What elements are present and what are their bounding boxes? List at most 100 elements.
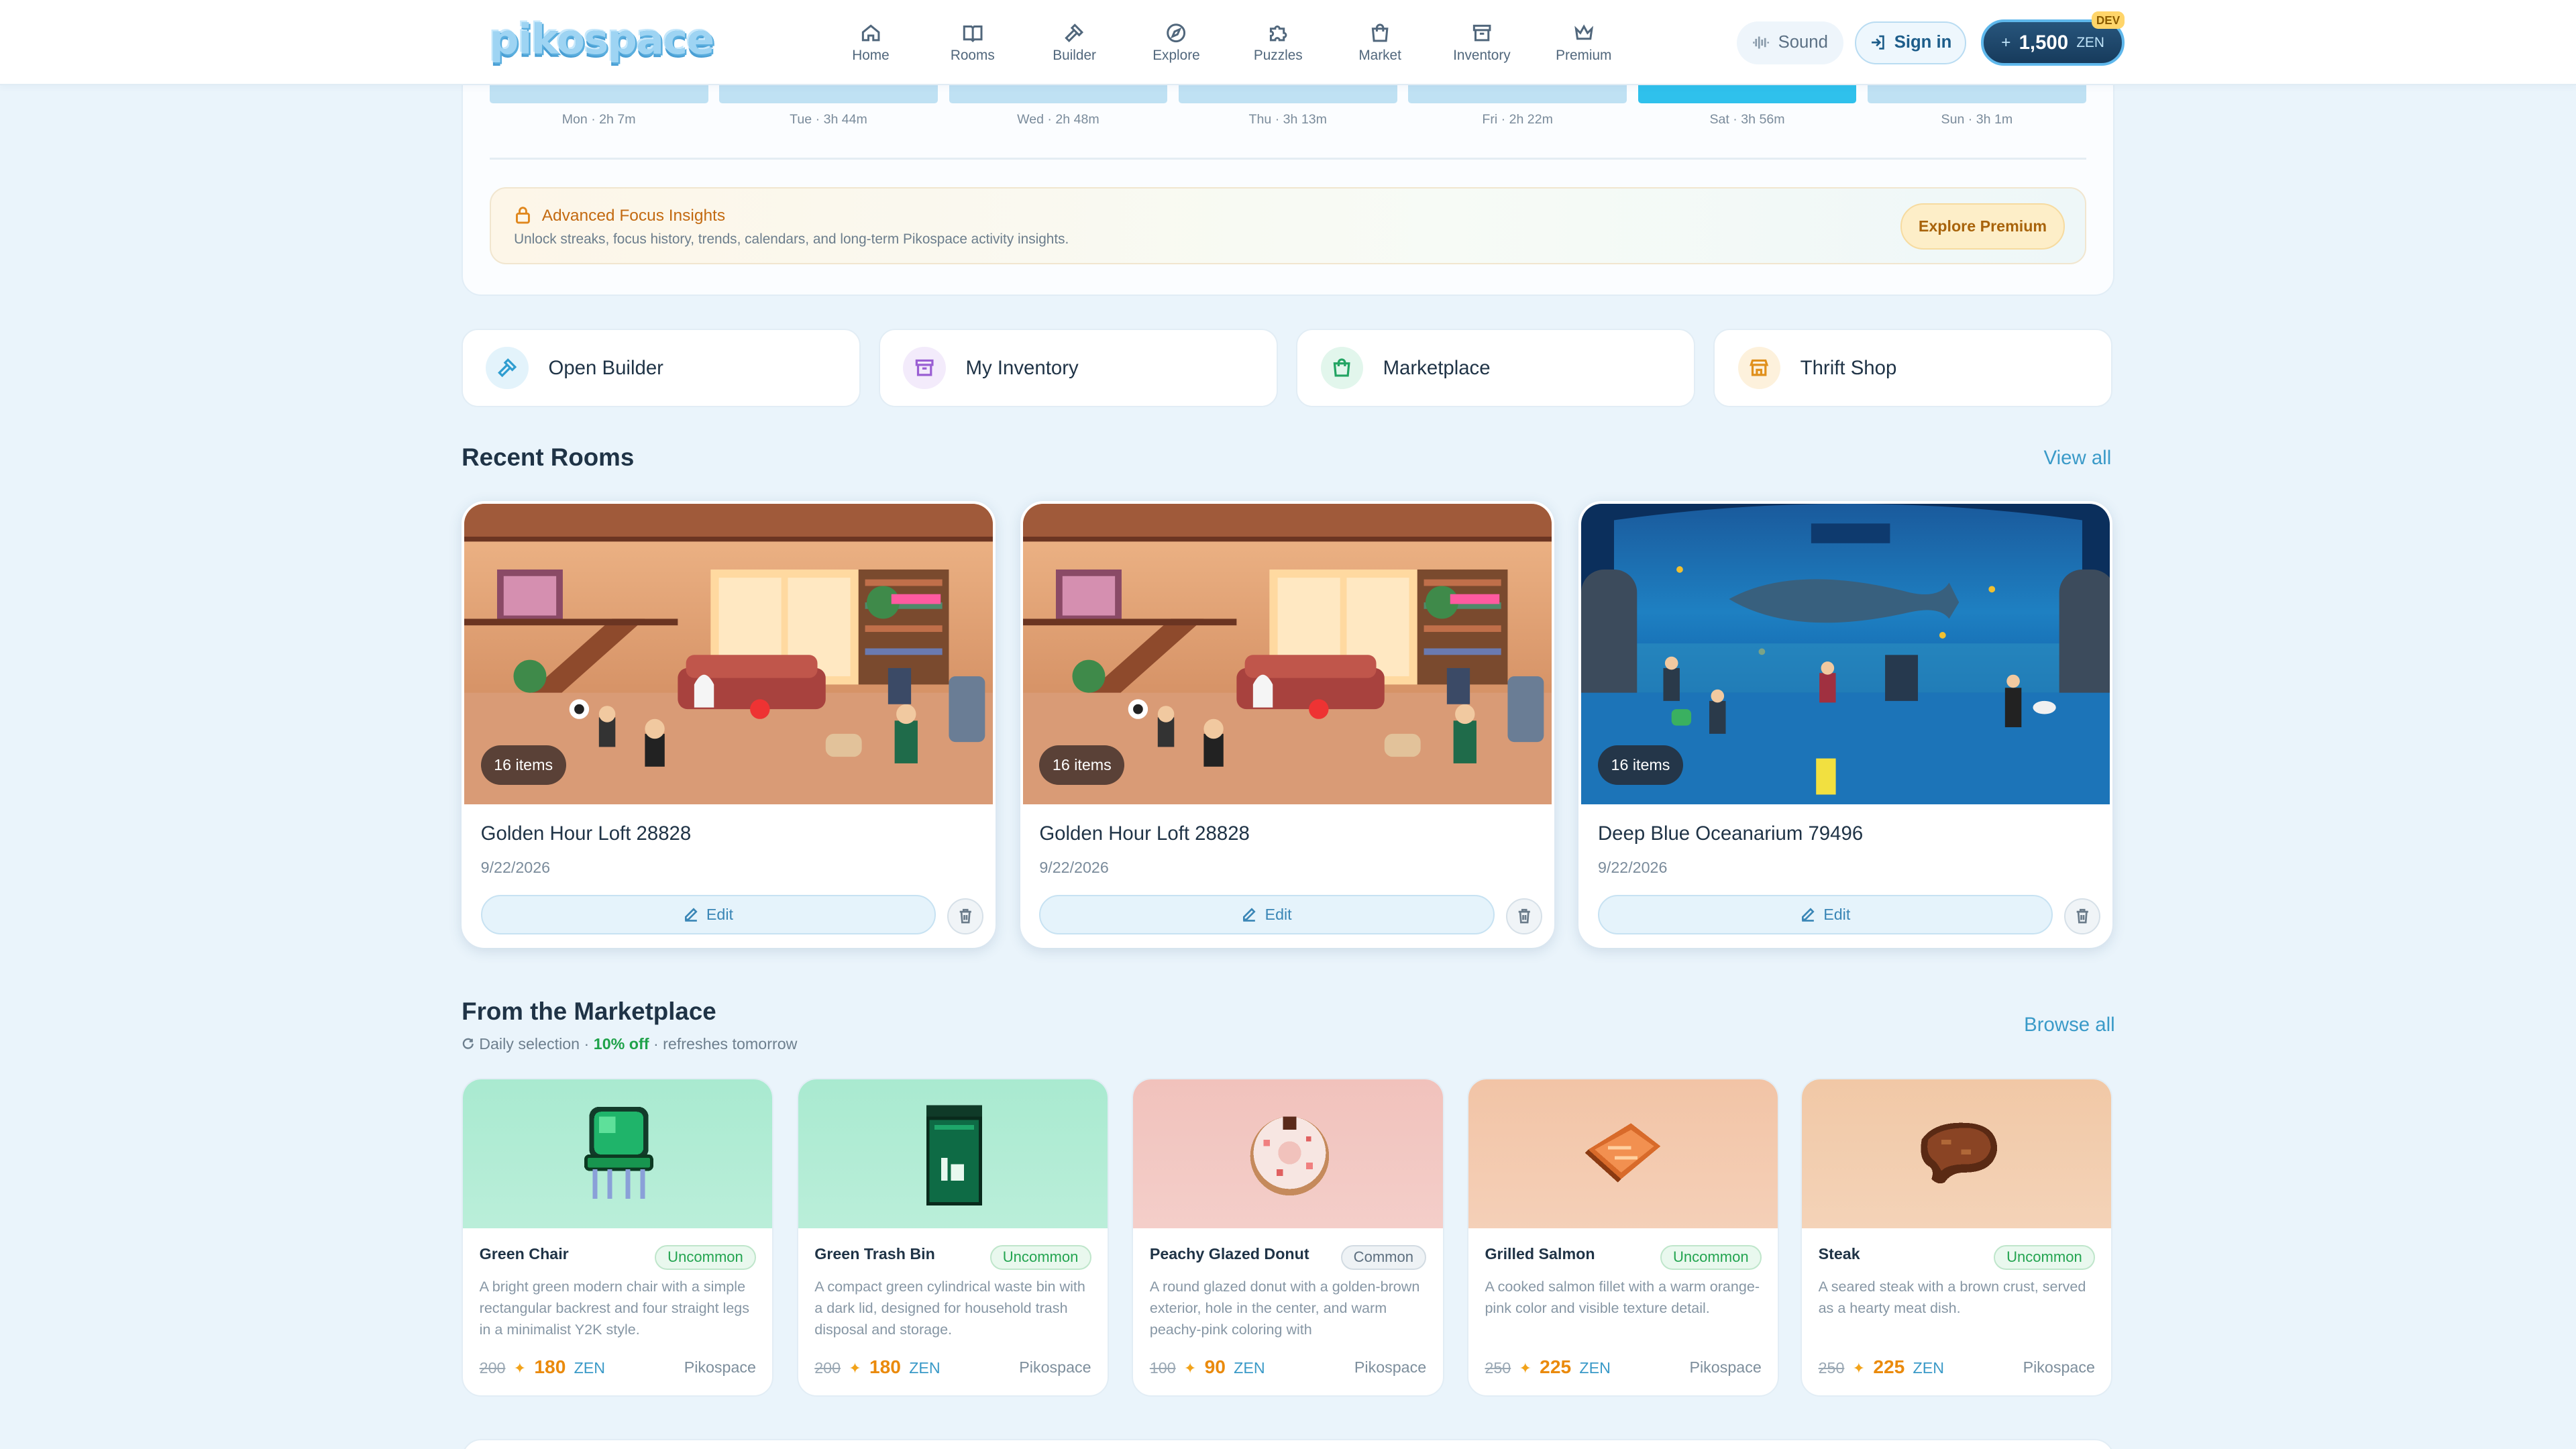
- sparkle-icon: ✦: [513, 1360, 527, 1377]
- sign-in-button[interactable]: Sign in: [1854, 21, 1967, 64]
- sparkle-icon: ✦: [1852, 1360, 1866, 1377]
- browse-all-link[interactable]: Browse all: [2024, 1014, 2115, 1036]
- nav-rooms[interactable]: Rooms: [922, 21, 1024, 70]
- market-item-card[interactable]: Green Chair Uncommon A bright green mode…: [462, 1077, 774, 1397]
- nav-inventory[interactable]: Inventory: [1431, 21, 1533, 70]
- quick-action-label: Thrift Shop: [1800, 356, 1897, 379]
- trash-icon: [1518, 909, 1530, 924]
- market-item-card[interactable]: Peachy Glazed Donut Common A round glaze…: [1132, 1077, 1444, 1397]
- nav-explore[interactable]: Explore: [1126, 21, 1228, 70]
- market-item-card[interactable]: Grilled Salmon Uncommon A cooked salmon …: [1466, 1077, 1780, 1397]
- focus-day-bar: [719, 85, 938, 104]
- nav-premium[interactable]: Premium: [1533, 21, 1635, 70]
- room-card[interactable]: 16 items Golden Hour Loft 28828 9/22/202…: [1020, 500, 1554, 949]
- item-seller: Pikospace: [1354, 1358, 1427, 1376]
- item-preview: [798, 1079, 1108, 1229]
- focus-day-label: Thu · 3h 13m: [1248, 111, 1327, 127]
- subtitle-prefix: Daily selection ·: [479, 1034, 590, 1053]
- item-price: 200 ✦ 180 ZEN: [814, 1356, 940, 1378]
- currency-unit: ZEN: [574, 1359, 606, 1377]
- focus-day-label: Fri · 2h 22m: [1482, 111, 1553, 127]
- recent-rooms-title: Recent Rooms: [462, 443, 635, 472]
- item-seller: Pikospace: [1019, 1358, 1091, 1376]
- store-icon: [1737, 346, 1781, 390]
- focus-day-bar: [1408, 85, 1627, 104]
- room-date: 9/22/2026: [1597, 858, 1668, 876]
- sale-price: 90: [1204, 1356, 1226, 1378]
- rarity-badge: Uncommon: [655, 1244, 756, 1270]
- delete-room-button[interactable]: [947, 898, 984, 934]
- currency-unit: ZEN: [1913, 1359, 1945, 1377]
- item-name: Steak: [1818, 1244, 1860, 1263]
- delete-room-button[interactable]: [2064, 898, 2101, 934]
- item-price: 250 ✦ 225 ZEN: [1819, 1356, 1944, 1378]
- compass-icon: [1167, 23, 1186, 42]
- old-price: 100: [1149, 1359, 1176, 1377]
- old-price: 200: [479, 1359, 506, 1377]
- edit-room-button[interactable]: Edit: [1597, 894, 2053, 934]
- item-name: Peachy Glazed Donut: [1149, 1244, 1309, 1263]
- nav-label: Builder: [1053, 48, 1096, 63]
- nav-builder[interactable]: Builder: [1024, 21, 1126, 70]
- sound-wave-icon: [1753, 36, 1770, 49]
- salmon-icon: [1585, 1123, 1661, 1183]
- chair-icon: [584, 1107, 654, 1199]
- nav-puzzles[interactable]: Puzzles: [1227, 21, 1329, 70]
- edit-label: Edit: [1265, 905, 1292, 923]
- top-bar: pikospace Home Rooms Builder Explore Puz…: [0, 0, 2576, 86]
- sparkle-icon: ✦: [849, 1360, 861, 1377]
- sound-button[interactable]: Sound: [1736, 21, 1843, 64]
- insights-title: Advanced Focus Insights: [541, 207, 726, 225]
- edit-label: Edit: [1823, 905, 1851, 923]
- room-card[interactable]: 16 items Deep Blue Oceanarium 79496 9/22…: [1578, 500, 2113, 949]
- sign-in-label: Sign in: [1894, 33, 1952, 52]
- quick-action-label: Open Builder: [548, 356, 663, 379]
- nav-label: Premium: [1556, 48, 1612, 63]
- sparkle-icon: ✦: [1519, 1360, 1532, 1377]
- room-name: Deep Blue Oceanarium 79496: [1597, 822, 1864, 845]
- item-description: A seared steak with a brown crust, serve…: [1818, 1278, 2086, 1317]
- item-name: Grilled Salmon: [1485, 1244, 1595, 1263]
- item-preview: [1133, 1079, 1443, 1229]
- my-inventory-button[interactable]: My Inventory: [879, 328, 1279, 408]
- archive-icon: [1472, 24, 1491, 42]
- room-name: Golden Hour Loft 28828: [480, 822, 692, 845]
- room-card[interactable]: 16 items Golden Hour Loft 28828 9/22/202…: [462, 500, 996, 949]
- open-builder-button[interactable]: Open Builder: [462, 328, 861, 408]
- sale-price: 180: [534, 1356, 566, 1378]
- insights-subtitle: Unlock streaks, focus history, trends, c…: [514, 231, 1069, 247]
- edit-room-button[interactable]: Edit: [480, 894, 936, 934]
- pikospace-logo[interactable]: pikospace: [490, 16, 715, 64]
- focus-day-label: Wed · 2h 48m: [1017, 111, 1099, 127]
- donut-icon: [1250, 1116, 1329, 1196]
- item-price: 100 ✦ 90 ZEN: [1150, 1356, 1265, 1378]
- marketplace-title: From the Marketplace: [462, 997, 716, 1025]
- sparkle-icon: ✦: [1183, 1360, 1197, 1377]
- home-icon: [861, 24, 880, 42]
- rarity-badge: Uncommon: [1660, 1244, 1762, 1270]
- puzzle-icon: [1270, 25, 1287, 42]
- focus-day-label: Tue · 3h 44m: [790, 111, 867, 127]
- edit-label: Edit: [706, 905, 733, 923]
- nav-home[interactable]: Home: [820, 21, 922, 70]
- market-item-card[interactable]: Steak Uncommon A seared steak with a bro…: [1801, 1077, 2113, 1397]
- item-description: A cooked salmon fillet with a warm orang…: [1485, 1278, 1760, 1317]
- nav-market[interactable]: Market: [1329, 21, 1431, 70]
- item-preview: [1468, 1079, 1778, 1229]
- delete-room-button[interactable]: [1505, 898, 1542, 934]
- market-item-card[interactable]: Green Trash Bin Uncommon A compact green…: [796, 1077, 1110, 1397]
- explore-premium-button[interactable]: Explore Premium: [1900, 203, 2065, 250]
- zen-plus: +: [2001, 33, 2011, 52]
- room-date: 9/22/2026: [1039, 858, 1109, 876]
- rarity-badge: Common: [1340, 1244, 1427, 1270]
- edit-room-button[interactable]: Edit: [1039, 894, 1495, 934]
- view-all-rooms-link[interactable]: View all: [2044, 447, 2112, 470]
- room-name: Golden Hour Loft 28828: [1039, 822, 1250, 845]
- thrift-shop-button[interactable]: Thrift Shop: [1713, 328, 2113, 408]
- shopping-bag-icon: [1320, 346, 1364, 390]
- main-nav: Home Rooms Builder Explore Puzzles Marke…: [820, 21, 1635, 70]
- sound-label: Sound: [1778, 33, 1828, 52]
- focus-day-bar: [1178, 85, 1397, 104]
- nav-label: Rooms: [950, 48, 995, 63]
- marketplace-button[interactable]: Marketplace: [1296, 328, 1696, 408]
